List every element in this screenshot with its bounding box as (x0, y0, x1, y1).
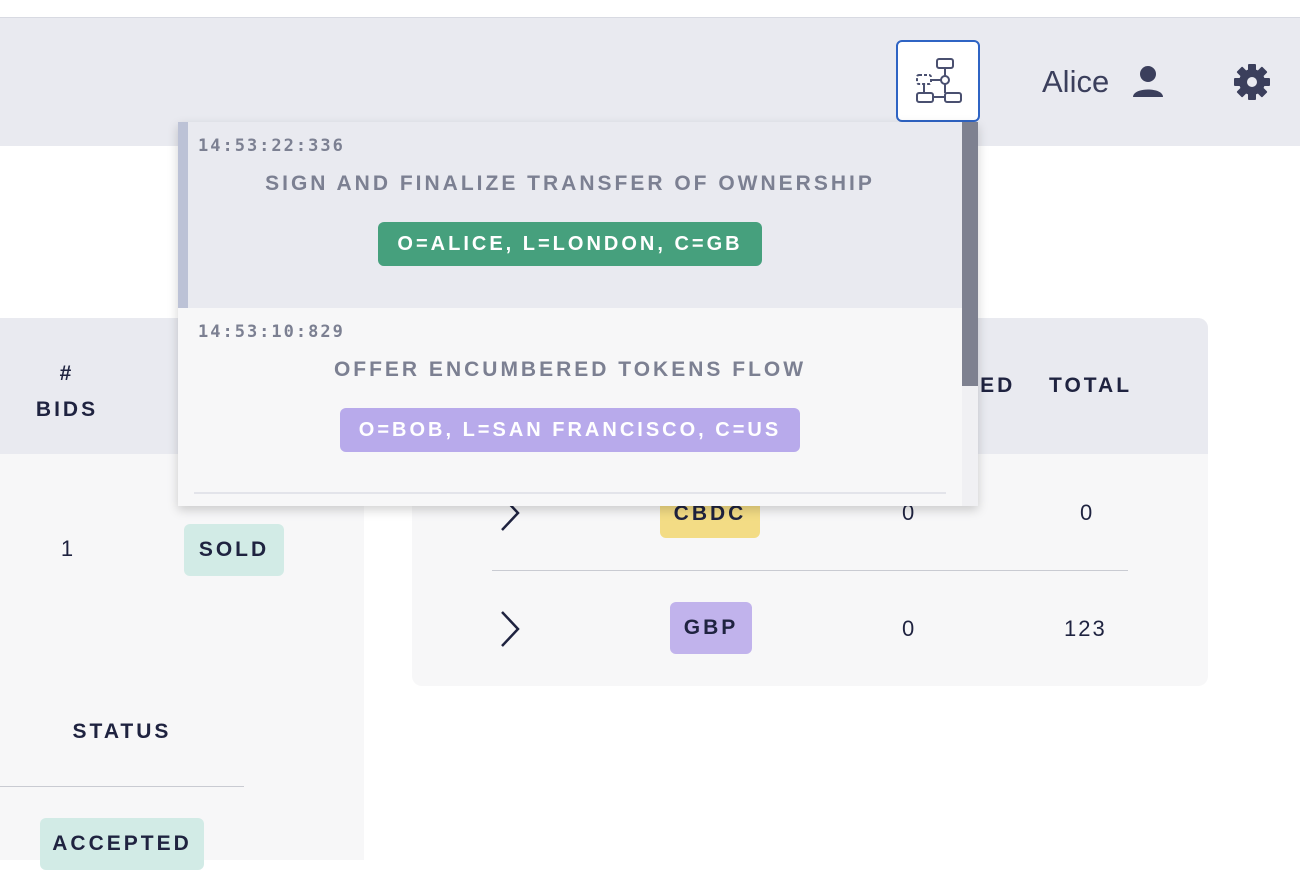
divider (194, 492, 946, 494)
currency-badge-gbp: GBP (670, 602, 752, 654)
expand-row-chevron-icon[interactable] (498, 610, 522, 648)
scrollbar-thumb[interactable] (962, 122, 978, 386)
flow-title: OFFER ENCUMBERED TOKENS FLOW (333, 358, 807, 381)
flows-button[interactable] (896, 40, 980, 122)
top-bar (0, 0, 1300, 18)
flow-title: SIGN AND FINALIZE TRANSFER OF OWNERSHIP (265, 172, 875, 195)
flow-diagram-icon (916, 58, 962, 103)
flow-timestamp: 14:53:22:336 (198, 136, 345, 156)
flow-list-item[interactable]: 14:53:22:336 SIGN AND FINALIZE TRANSFER … (178, 122, 962, 308)
party-badge: O=BOB, L=SAN FRANCISCO, C=US (340, 408, 800, 452)
status-badge-sold: SOLD (184, 524, 284, 576)
bids-column-header: # BIDS (35, 362, 99, 421)
row-divider (492, 570, 1128, 571)
flows-dropdown: 14:53:22:336 SIGN AND FINALIZE TRANSFER … (178, 122, 978, 506)
divider (0, 786, 244, 787)
party-badge: O=ALICE, L=LONDON, C=GB (378, 222, 762, 266)
status-column-header: STATUS (72, 720, 172, 743)
status-badge-accepted: ACCEPTED (40, 818, 204, 870)
encumbered-value: 0 (902, 616, 917, 641)
total-value: 0 (1080, 500, 1095, 525)
bids-count: 1 (60, 536, 74, 561)
user-icon[interactable] (1131, 64, 1165, 100)
total-value: 123 (1064, 616, 1107, 641)
flow-list-item[interactable]: 14:53:10:829 OFFER ENCUMBERED TOKENS FLO… (178, 308, 962, 492)
user-name[interactable]: Alice (1042, 64, 1109, 100)
flow-timestamp: 14:53:10:829 (198, 322, 345, 342)
total-column-header: TOTAL (1049, 374, 1133, 397)
gear-icon[interactable] (1232, 62, 1272, 102)
